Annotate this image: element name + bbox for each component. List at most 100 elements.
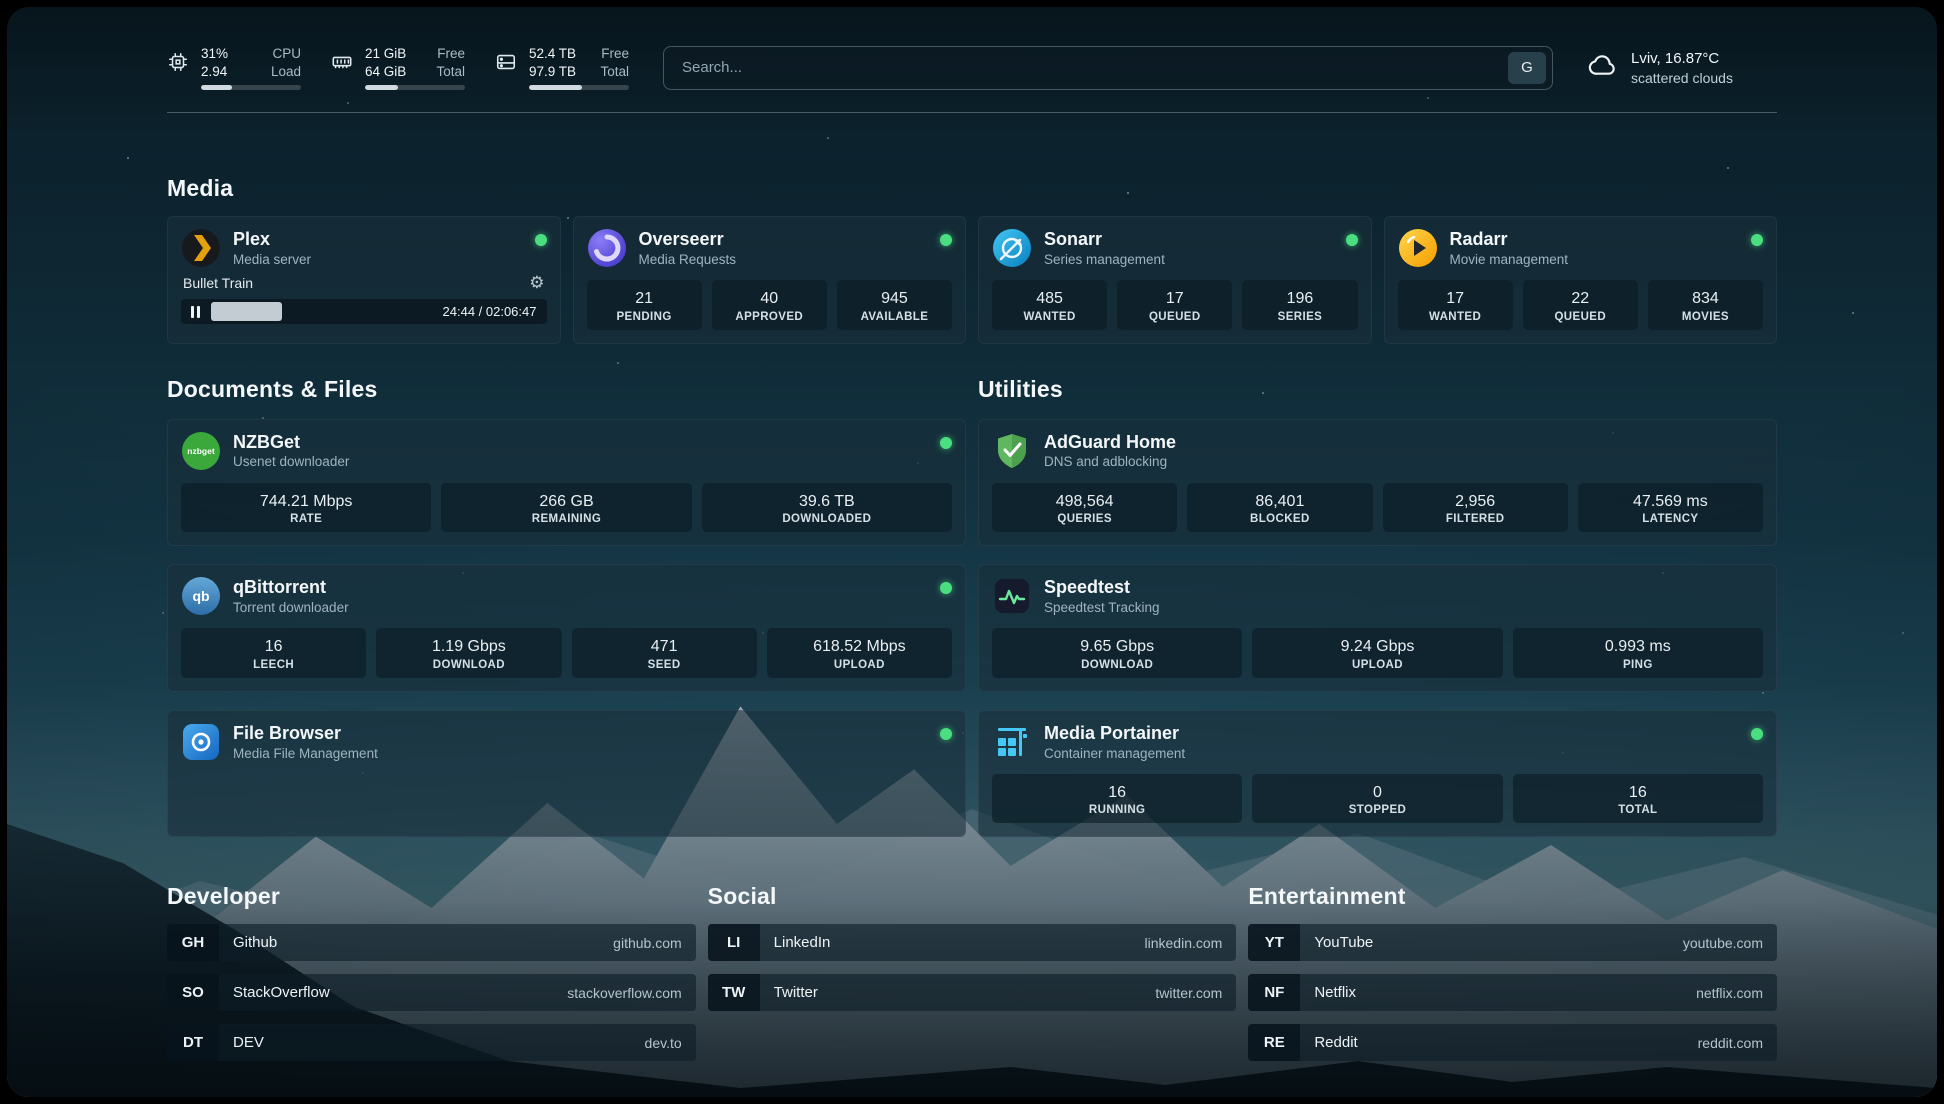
memory-usage-bar (365, 85, 465, 90)
cpu-usage-bar (201, 85, 301, 90)
app-subtitle-qbittorrent: Torrent downloader (233, 600, 349, 615)
bookmark-name: StackOverflow (219, 984, 330, 1001)
app-card-filebrowser[interactable]: File Browser Media File Management (167, 710, 966, 838)
section-title-documents: Documents & Files (167, 376, 966, 403)
app-card-nzbget[interactable]: nzbget NZBGet Usenet downloader 744.21 M… (167, 419, 966, 547)
pause-icon[interactable] (191, 306, 200, 318)
memory-free: 21 GiB (365, 45, 406, 63)
disk-total-label: Total (600, 63, 629, 81)
weather-location: Lviv, 16.87°C (1631, 49, 1733, 69)
section-title-social: Social (708, 883, 1237, 910)
app-card-speedtest[interactable]: Speedtest Speedtest Tracking 9.65 Gbps D… (978, 564, 1777, 692)
app-card-overseerr[interactable]: Overseerr Media Requests 21 PENDING 40 A… (573, 216, 967, 344)
cpu-label: CPU (272, 45, 301, 63)
memory-total: 64 GiB (365, 63, 406, 81)
bookmark-abbr: GH (167, 924, 219, 961)
app-subtitle-portainer: Container management (1044, 746, 1185, 761)
bookmark-name: LinkedIn (760, 934, 831, 951)
svg-text:nzbget: nzbget (187, 446, 215, 456)
bookmark-abbr: TW (708, 974, 760, 1011)
bookmark-url: netflix.com (1696, 985, 1777, 1001)
speedtest-icon (992, 576, 1032, 616)
status-dot-nzbget (940, 437, 952, 449)
adguard-icon (992, 431, 1032, 471)
disk-widget: 52.4 TBFree 97.9 TBTotal (495, 45, 629, 90)
dashboard-screen: 31% CPU 2.94 Load 21 GiB Free 64 GiB Total (7, 7, 1937, 1097)
cpu-load-label: Load (271, 63, 301, 81)
disk-usage-bar-fill (529, 85, 582, 90)
stat-queued: 17 QUEUED (1117, 280, 1232, 330)
bookmark-abbr: LI (708, 924, 760, 961)
bookmark-stackoverflow[interactable]: SO StackOverflow stackoverflow.com (167, 974, 696, 1011)
app-card-qbittorrent[interactable]: qb qBittorrent Torrent downloader 16 LEE… (167, 564, 966, 692)
disk-usage-bar (529, 85, 629, 90)
app-name-radarr: Radarr (1450, 229, 1569, 251)
bookmark-youtube[interactable]: YT YouTube youtube.com (1248, 924, 1777, 961)
stat-queries: 498,564 QUERIES (992, 483, 1177, 533)
app-card-plex[interactable]: Plex Media server Bullet Train ⚙ (167, 216, 561, 344)
search-provider-button[interactable]: G (1508, 52, 1546, 84)
bookmark-url: github.com (613, 935, 695, 951)
memory-total-label: Total (436, 63, 465, 81)
stat-leech: 16 LEECH (181, 628, 366, 678)
section-utilities: Utilities AdGuard Home DNS and adblockin… (978, 376, 1777, 838)
playback-progress-fill (211, 302, 282, 321)
app-card-sonarr[interactable]: Sonarr Series management 485 WANTED 17 Q… (978, 216, 1372, 344)
stat-upload: 618.52 Mbps UPLOAD (767, 628, 952, 678)
playback-progress-bar[interactable]: 24:44 / 02:06:47 (181, 299, 547, 324)
section-bookmarks: Developer GH Github github.com SO StackO… (167, 883, 1777, 1074)
app-name-portainer: Media Portainer (1044, 723, 1185, 745)
stat-filtered: 2,956 FILTERED (1383, 483, 1568, 533)
cpu-percent: 31% (201, 45, 228, 63)
cpu-icon (167, 51, 189, 78)
cpu-load: 2.94 (201, 63, 227, 81)
disk-total: 97.9 TB (529, 63, 576, 81)
app-card-portainer[interactable]: Media Portainer Container management 16 … (978, 710, 1777, 838)
qbittorrent-icon: qb (181, 576, 221, 616)
app-card-radarr[interactable]: Radarr Movie management 17 WANTED 22 QUE… (1384, 216, 1778, 344)
bookmark-github[interactable]: GH Github github.com (167, 924, 696, 961)
cpu-widget: 31% CPU 2.94 Load (167, 45, 301, 90)
stat-movies: 834 MOVIES (1648, 280, 1763, 330)
bookmark-name: Reddit (1300, 1034, 1357, 1051)
bookmark-linkedin[interactable]: LI LinkedIn linkedin.com (708, 924, 1237, 961)
bookmark-url: youtube.com (1683, 935, 1777, 951)
bookmark-reddit[interactable]: RE Reddit reddit.com (1248, 1024, 1777, 1061)
header-divider (167, 112, 1777, 113)
bookmark-name: Github (219, 934, 277, 951)
radarr-icon (1398, 228, 1438, 268)
section-mid: Documents & Files nzbget NZBGet Usenet d… (167, 376, 1777, 838)
app-name-qbittorrent: qBittorrent (233, 577, 349, 599)
app-name-overseerr: Overseerr (639, 229, 737, 251)
stat-series: 196 SERIES (1242, 280, 1357, 330)
settings-gear-icon[interactable]: ⚙ (529, 274, 544, 291)
memory-icon (331, 51, 353, 78)
bookmark-netflix[interactable]: NF Netflix netflix.com (1248, 974, 1777, 1011)
app-subtitle-nzbget: Usenet downloader (233, 454, 349, 469)
stat-stopped: 0 STOPPED (1252, 774, 1502, 824)
search-input[interactable] (680, 58, 1500, 77)
app-subtitle-filebrowser: Media File Management (233, 746, 378, 761)
bookmark-group-social: Social LI LinkedIn linkedin.com TW Twitt… (708, 883, 1237, 1074)
stat-ping: 0.993 ms PING (1513, 628, 1763, 678)
disk-free-label: Free (601, 45, 629, 63)
bookmark-url: twitter.com (1155, 985, 1236, 1001)
app-subtitle-speedtest: Speedtest Tracking (1044, 600, 1160, 615)
bookmark-abbr: DT (167, 1024, 219, 1061)
stat-rate: 744.21 Mbps RATE (181, 483, 431, 533)
section-documents: Documents & Files nzbget NZBGet Usenet d… (167, 376, 966, 838)
now-playing-title: Bullet Train (183, 275, 253, 291)
bookmark-abbr: SO (167, 974, 219, 1011)
status-dot-sonarr (1346, 234, 1358, 246)
stat-download: 9.65 Gbps DOWNLOAD (992, 628, 1242, 678)
app-card-adguard[interactable]: AdGuard Home DNS and adblocking 498,564 … (978, 419, 1777, 547)
status-dot-radarr (1751, 234, 1763, 246)
stat-pending: 21 PENDING (587, 280, 702, 330)
plex-icon (181, 228, 221, 268)
bookmark-twitter[interactable]: TW Twitter twitter.com (708, 974, 1237, 1011)
bookmark-dev[interactable]: DT DEV dev.to (167, 1024, 696, 1061)
status-dot-portainer (1751, 728, 1763, 740)
app-subtitle-adguard: DNS and adblocking (1044, 454, 1176, 469)
top-bar: 31% CPU 2.94 Load 21 GiB Free 64 GiB Total (167, 45, 1777, 90)
nzbget-icon: nzbget (181, 431, 221, 471)
